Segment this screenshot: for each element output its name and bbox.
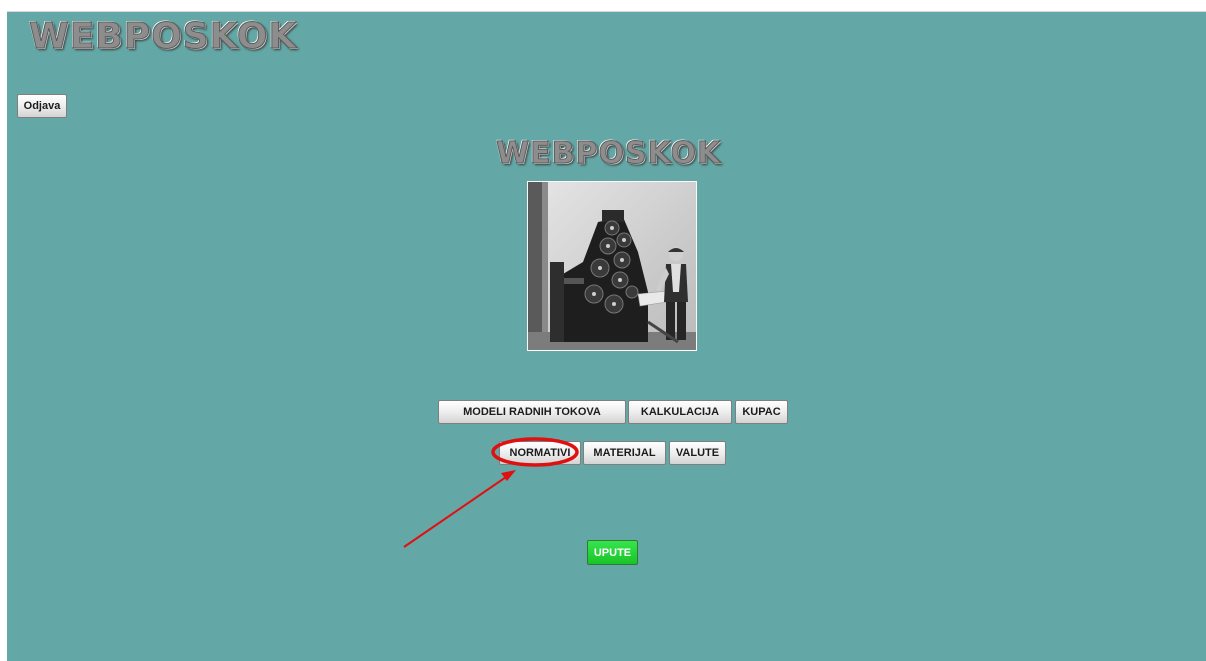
help-button[interactable]: UPUTE [587,540,638,565]
header-logo: WEBPOSKOK [28,16,298,58]
logout-button[interactable]: Odjava [17,94,67,118]
menu-button-material[interactable]: MATERIJAL [583,441,666,465]
menu-button-calculation[interactable]: KALKULACIJA [628,400,732,424]
menu-button-customer[interactable]: KUPAC [735,400,788,424]
main-logo: WEBPOSKOK [495,136,722,172]
annotation-arrow-line [403,474,510,548]
menu-button-workflow-models[interactable]: MODELI RADNIH TOKOVA [438,400,626,424]
menu-button-norms[interactable]: NORMATIVI [499,441,581,465]
printing-press-photo [527,181,697,351]
menu-button-currencies[interactable]: VALUTE [669,441,726,465]
annotation-arrow-head [501,470,516,481]
app-page: WEBPOSKOK Odjava WEBPOSKOK MODELI RADNIH… [7,11,1206,661]
printing-press-image [528,182,696,350]
